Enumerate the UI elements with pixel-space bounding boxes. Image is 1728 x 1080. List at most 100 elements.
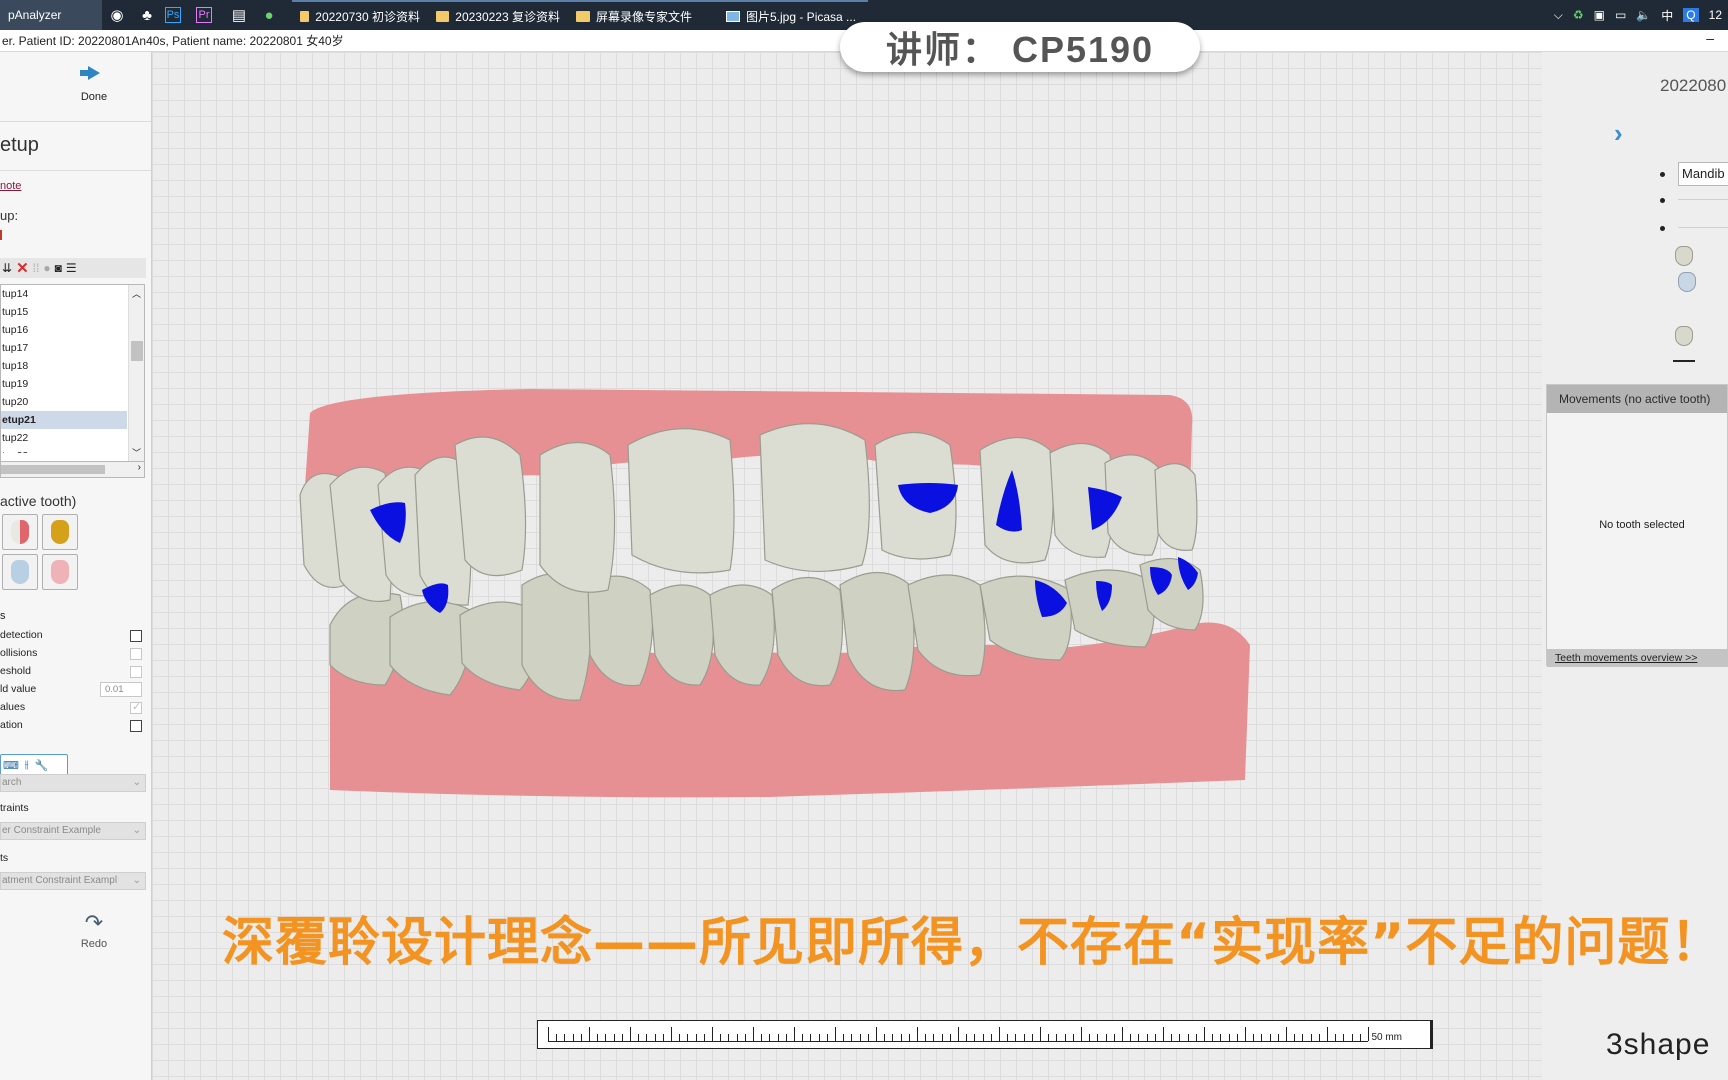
chevron-right-icon[interactable]: › (1614, 118, 1623, 149)
scale-tick (1236, 1034, 1238, 1041)
scroll-thumb[interactable] (1, 465, 105, 474)
scale-tick (1253, 1034, 1255, 1041)
taskbar-active-app[interactable]: pAnalyzer (0, 0, 102, 30)
scale-tick (564, 1034, 566, 1041)
export-icon[interactable]: ◙ (55, 261, 62, 275)
qq-icon[interactable]: ♣ (135, 0, 159, 30)
tooth-root-icon[interactable] (1678, 272, 1696, 292)
option-label: ld value (0, 683, 37, 695)
search-icon[interactable]: Q (1683, 8, 1699, 22)
threshold-value-stepper[interactable]: 0.01 (100, 682, 142, 697)
split-icon[interactable]: ⁞⁞ (33, 261, 40, 275)
tooth-icon[interactable] (1675, 246, 1693, 266)
taskbar-task-0[interactable]: 20220730 初诊资料 (292, 0, 428, 30)
chevron-right-icon[interactable]: › (138, 462, 141, 473)
list-item[interactable]: tup19 (1, 375, 127, 393)
list-item[interactable]: tup14 (1, 285, 127, 303)
radio-dot[interactable] (1660, 172, 1665, 177)
arch-dropdown[interactable]: arch ⌄ (0, 774, 146, 792)
list-item[interactable]: tup18 (1, 357, 127, 375)
volume-icon[interactable]: 🔈 (1636, 8, 1651, 22)
threshold-checkbox[interactable] (130, 666, 142, 678)
play-icon[interactable]: ● (43, 261, 50, 275)
security-icon[interactable]: ▣ (1594, 8, 1605, 22)
folder-icon (436, 10, 450, 22)
tooth-gum-button[interactable] (42, 554, 78, 590)
merge-icon[interactable]: ⇊ (2, 261, 12, 275)
scale-tick (1359, 1034, 1361, 1041)
tooth-crown-button[interactable] (2, 514, 38, 550)
animation-checkbox[interactable] (130, 720, 142, 732)
taskbar-task-2[interactable]: 屏幕录像专家文件 (568, 0, 718, 30)
redo-button[interactable]: ↷ Redo (34, 910, 151, 966)
folder-icon (576, 10, 590, 22)
horizontal-scrollbar[interactable]: › (0, 462, 145, 478)
upper-tooth (454, 436, 527, 577)
axis-icon[interactable]: ⫲ (25, 759, 29, 772)
scale-tick (728, 1034, 730, 1041)
vertical-scrollbar[interactable]: ︿ ﹀ (128, 285, 144, 461)
movements-header: Movements (no active tooth) (1547, 385, 1727, 413)
list-item[interactable]: tup22 (1, 429, 127, 447)
minimize-icon[interactable]: – (1706, 30, 1714, 46)
values-checkbox[interactable] (130, 700, 142, 714)
radio-dot[interactable] (1660, 198, 1665, 203)
lower-tooth (1064, 569, 1155, 648)
tooth-green-icon[interactable] (1675, 326, 1693, 346)
list-item[interactable]: tup17 (1, 339, 127, 357)
done-button[interactable]: Done (34, 60, 151, 116)
taskbar-task-3[interactable]: 图片5.jpg - Picasa ... (718, 0, 868, 30)
chevron-up-icon[interactable]: ⌵ (1554, 8, 1563, 23)
ime-indicator[interactable]: 中 (1661, 7, 1673, 24)
network-icon[interactable]: ▭ (1615, 8, 1626, 22)
chrome-icon[interactable]: ◉ (105, 0, 129, 30)
setup-list[interactable]: tup14 tup15 tup16 tup17 tup18 tup19 tup2… (0, 284, 145, 462)
teacher-badge: 讲师： CP5190 (840, 22, 1200, 72)
list-icon[interactable]: ☰ (66, 261, 77, 275)
chevron-up-icon[interactable]: ︿ (132, 287, 141, 300)
note-link[interactable]: note (0, 180, 21, 192)
folder-icon (300, 10, 310, 22)
radio-dot[interactable] (1660, 226, 1665, 231)
detection-checkbox[interactable] (130, 630, 142, 642)
wechat-icon[interactable]: ● (257, 0, 281, 30)
slider-track[interactable] (1678, 199, 1728, 200)
delete-icon[interactable]: ✕ (16, 259, 29, 277)
constraint-dropdown[interactable]: er Constraint Example ⌄ (0, 822, 146, 840)
list-item[interactable]: tup16 (1, 321, 127, 339)
recycle-icon[interactable]: ♻ (1573, 8, 1584, 22)
system-tray: ⌵ ♻ ▣ ▭ 🔈 中 Q 12 (1554, 0, 1728, 30)
list-item-selected[interactable]: etup21 (1, 411, 127, 429)
scale-tick (1318, 1034, 1320, 1041)
notepad-icon[interactable]: ▤ (227, 0, 251, 30)
clock[interactable]: 12 (1709, 8, 1722, 22)
list-item[interactable]: tup20 (1, 393, 127, 411)
treatment-constraint-dropdown[interactable]: atment Constraint Exampl ⌄ (0, 872, 146, 890)
chevron-down-icon[interactable]: ﹀ (132, 446, 141, 459)
dropdown-value: atment Constraint Exampl (2, 875, 118, 886)
premiere-icon[interactable]: Pr (196, 7, 212, 23)
tooth-root-button[interactable] (2, 554, 38, 590)
teeth-movements-overview-link[interactable]: Teeth movements overview >> (1547, 649, 1728, 667)
scale-tick (1245, 1027, 1246, 1041)
photoshop-icon[interactable]: Ps (165, 7, 181, 23)
occlusal-plane-icon[interactable] (1673, 360, 1695, 362)
scroll-thumb[interactable] (131, 341, 143, 361)
wrench-icon[interactable]: 🔧 (34, 759, 48, 772)
redo-label: Redo (80, 938, 108, 950)
collisions-checkbox[interactable] (130, 648, 142, 660)
jaw-select[interactable]: Mandib (1678, 162, 1728, 186)
scale-tick (949, 1034, 951, 1041)
list-item[interactable]: tup15 (1, 303, 127, 321)
scale-tick (1310, 1034, 1312, 1041)
list-item[interactable]: tup23 (1, 447, 127, 453)
taskbar-task-1[interactable]: 20230223 复诊资料 (428, 0, 568, 30)
keyboard-icon[interactable]: ⌨ (3, 759, 19, 772)
tooth-gold-button[interactable] (42, 514, 78, 550)
slider-track[interactable] (1678, 227, 1728, 228)
scale-tick (1089, 1034, 1091, 1041)
scale-tick (761, 1034, 763, 1041)
scale-tick (712, 1027, 713, 1041)
scale-tick (1228, 1034, 1230, 1041)
dental-model[interactable] (290, 385, 1350, 805)
